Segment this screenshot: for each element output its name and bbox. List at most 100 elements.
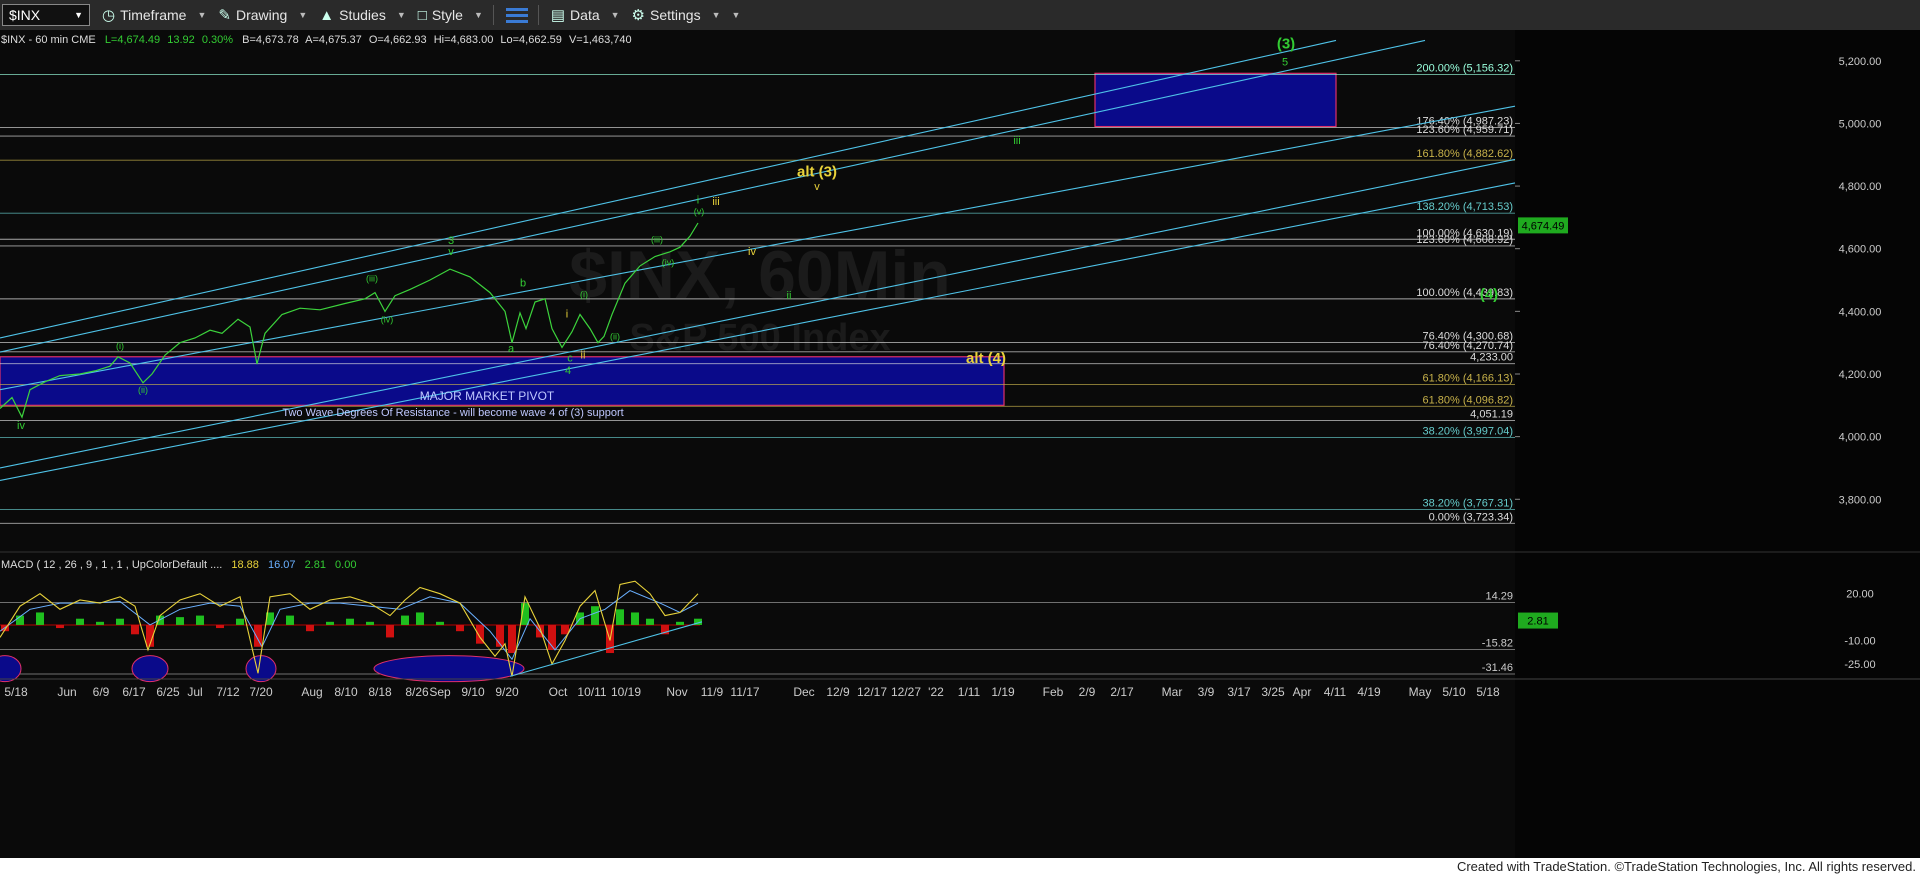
- wave-label: a: [508, 343, 515, 355]
- time-tick-label: Mar: [1162, 685, 1183, 699]
- style-icon: □: [417, 6, 427, 24]
- macd-hist-bar: [346, 618, 354, 625]
- macd-hist-bar: [116, 618, 124, 625]
- macd-hist-bar: [631, 612, 639, 625]
- level-label: 61.80% (4,096.82): [1422, 394, 1513, 406]
- pivot-title: MAJOR MARKET PIVOT: [420, 389, 555, 403]
- time-tick-label: 6/25: [156, 685, 180, 699]
- time-tick-label: 9/10: [461, 685, 485, 699]
- macd-hist-bar: [286, 615, 294, 625]
- macd-ellipse: [131, 655, 169, 683]
- watermark-title: S&P 500 Index: [629, 317, 890, 359]
- chevron-down-icon[interactable]: ▼: [74, 10, 83, 20]
- time-tick-label: 1/11: [958, 685, 981, 699]
- macd-hist-bar: [646, 618, 654, 625]
- level-label: 61.80% (4,166.13): [1422, 373, 1513, 385]
- wave-label: iii: [712, 196, 719, 208]
- last-price-label: 4,674.49: [1522, 220, 1565, 232]
- time-tick-label: 3/25: [1261, 685, 1285, 699]
- time-tick-label: Dec: [793, 685, 814, 699]
- symbol-box[interactable]: $INX ▼: [2, 4, 90, 26]
- macd-diff-value: 2.81: [305, 559, 326, 571]
- macd-level-label: -31.46: [1482, 662, 1513, 674]
- wave-label: i: [697, 194, 699, 206]
- macd-hist-bar: [366, 621, 374, 625]
- time-tick-label: 4/11: [1324, 685, 1347, 699]
- price-tick-label: 4,000.00: [1839, 432, 1882, 444]
- price-tick-label: 5,000.00: [1839, 118, 1882, 130]
- price-tick-label: 4,200.00: [1839, 369, 1882, 381]
- macd-last-label: 2.81: [1527, 616, 1548, 628]
- price-tick-label: 4,600.00: [1839, 244, 1882, 256]
- data-menu[interactable]: ▤ Data ▼: [551, 6, 620, 24]
- macd-hist-bar: [508, 624, 516, 654]
- level-label: 100.00% (4,439.83): [1416, 287, 1513, 299]
- time-tick-label: Jul: [187, 685, 202, 699]
- wave-label: ii: [787, 290, 792, 302]
- level-label: 200.00% (5,156.32): [1416, 62, 1513, 74]
- drawing-menu[interactable]: ✎ Drawing ▼: [218, 6, 307, 24]
- macd-level-label: 14.29: [1485, 591, 1513, 603]
- wave-label: ii: [581, 349, 586, 361]
- chevron-down-icon: ▼: [711, 10, 721, 20]
- macd-hist-bar: [436, 621, 444, 625]
- wave-label: v: [814, 181, 820, 193]
- macd-hist-bar: [196, 615, 204, 625]
- chevron-down-icon: ▼: [396, 10, 406, 20]
- macd-hist-bar: [36, 612, 44, 625]
- macd-hist-bar: [591, 606, 599, 625]
- price-chart[interactable]: $INX, 60Min S&P 500 Index 200.00% (5,156…: [0, 30, 1920, 858]
- time-tick-label: Aug: [301, 685, 322, 699]
- time-tick-label: Apr: [1293, 685, 1312, 699]
- timeframe-menu[interactable]: ◷ Timeframe ▼: [102, 6, 206, 24]
- price-tick-label: 4,400.00: [1839, 306, 1882, 318]
- pencil-icon: ✎: [218, 7, 231, 24]
- quote-change: 13.92: [167, 34, 195, 46]
- time-tick-label: 12/27: [891, 685, 921, 699]
- time-tick-label: 1/19: [991, 685, 1015, 699]
- level-label: 138.20% (4,713.53): [1416, 201, 1513, 213]
- price-tick-label: 4,800.00: [1839, 181, 1882, 193]
- studies-menu[interactable]: ▲ Studies ▼: [319, 7, 405, 24]
- macd-hist-bar: [401, 615, 409, 625]
- time-tick-label: Feb: [1043, 685, 1064, 699]
- timeframe-label: Timeframe: [120, 7, 187, 23]
- macd-hist-bar: [386, 624, 394, 638]
- drawing-label: Drawing: [235, 7, 288, 23]
- time-tick-label: 5/10: [1442, 685, 1466, 699]
- time-tick-label: 4/19: [1357, 685, 1381, 699]
- wave-label: iii: [1013, 135, 1020, 147]
- wave-label: (3): [1277, 35, 1295, 52]
- wave-label: (4): [1480, 286, 1498, 303]
- macd-zero-value: 0.00: [335, 559, 356, 571]
- time-tick-label: 5/18: [1476, 685, 1500, 699]
- time-tick-label: 6/9: [93, 685, 110, 699]
- macd-value: 18.88: [231, 559, 259, 571]
- level-label: 123.60% (4,608.92): [1416, 234, 1513, 246]
- wave-label: v: [448, 246, 454, 258]
- wave-label: iv: [17, 420, 25, 432]
- macd-hist-bar: [616, 609, 624, 625]
- time-tick-label: 10/19: [611, 685, 641, 699]
- style-menu[interactable]: □ Style ▼: [418, 7, 483, 24]
- chevron-down-icon: ▼: [197, 10, 207, 20]
- settings-menu[interactable]: ⚙ Settings ▼ ▼: [632, 6, 741, 24]
- quote-ask: A=4,675.37: [305, 34, 362, 46]
- time-tick-label: 7/12: [216, 685, 240, 699]
- time-tick-label: 11/17: [730, 685, 759, 699]
- time-tick-label: Nov: [666, 685, 687, 699]
- time-tick-label: 3/17: [1227, 685, 1251, 699]
- wave-label: (i): [580, 289, 588, 299]
- studies-icon: ▲: [319, 6, 335, 24]
- macd-hist-bar: [131, 624, 139, 635]
- time-tick-label: 11/9: [701, 685, 724, 699]
- wave-label: b: [520, 277, 526, 289]
- clock-icon: ◷: [102, 7, 116, 24]
- layout-button[interactable]: [505, 6, 528, 24]
- bar-chart-icon: ▤: [550, 7, 566, 24]
- toolbar: $INX ▼ ◷ Timeframe ▼ ✎ Drawing ▼ ▲ Studies ▼ □ S…: [0, 0, 1920, 31]
- wave-label: (ii): [610, 332, 620, 342]
- quote-low: Lo=4,662.59: [500, 34, 561, 46]
- macd-hist-bar: [416, 612, 424, 625]
- time-tick-label: '22: [928, 685, 944, 699]
